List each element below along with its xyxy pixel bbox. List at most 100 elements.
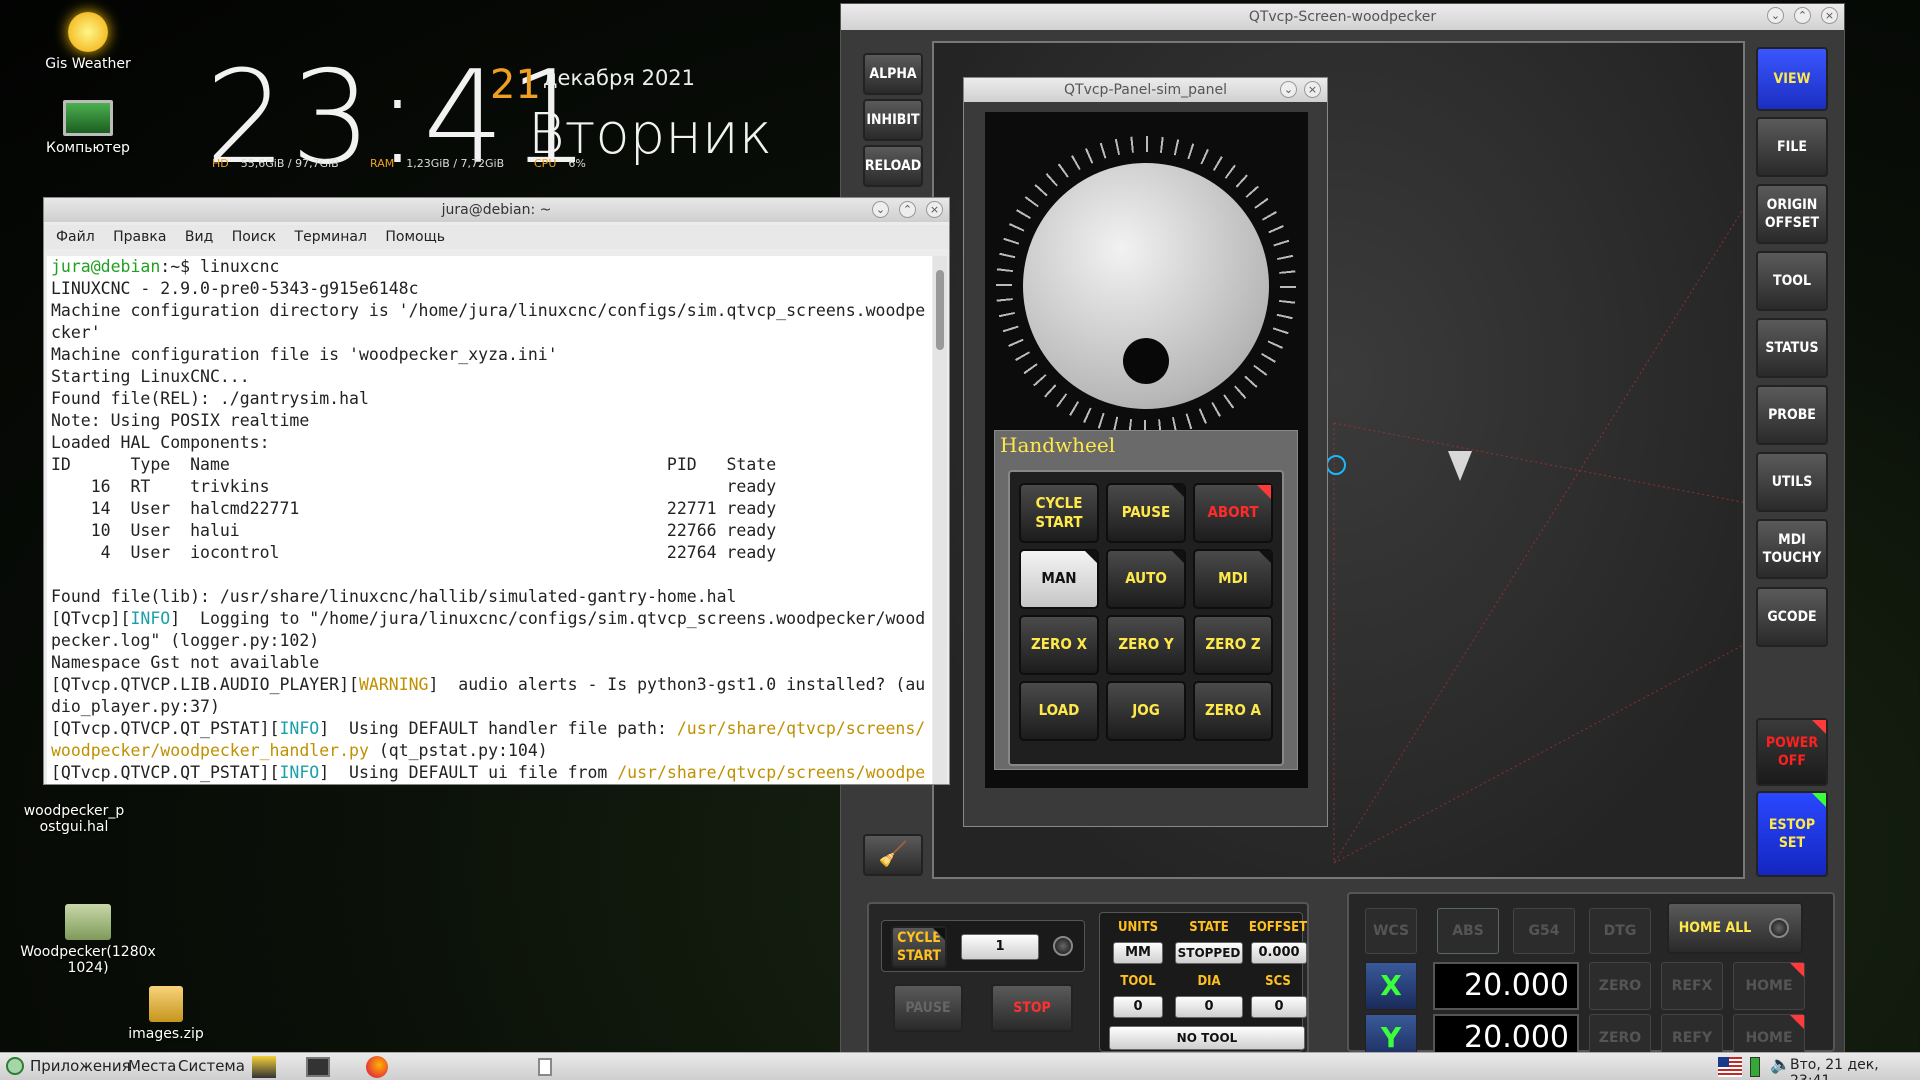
alpha-button[interactable]: ALPHA [863,53,923,95]
menu-help[interactable]: Помощь [385,229,445,245]
probe-button[interactable]: PROBE [1756,385,1828,445]
dro-panel: WCS ABS G54 DTG HOME ALL X 20.000 ZERO R… [1347,892,1835,1062]
refx-button[interactable]: REFX [1661,962,1723,1010]
close-icon[interactable]: × [926,201,943,218]
zero-a-button[interactable]: ZERO A [1193,681,1273,741]
linuxcnc-launcher-icon[interactable] [252,1056,276,1078]
menu-file[interactable]: Файл [56,229,95,245]
sun-icon [68,12,108,52]
scs-label: SCS [1265,974,1291,989]
menu-edit[interactable]: Правка [113,229,166,245]
inhibit-button[interactable]: INHIBIT [863,99,923,141]
show-desktop-icon[interactable] [538,1058,552,1076]
minimize-icon[interactable]: ⌄ [1280,81,1297,98]
home-led-icon [1769,918,1789,938]
zero-y-button[interactable]: ZERO Y [1106,615,1186,675]
file-button[interactable]: FILE [1756,117,1828,177]
minimize-icon[interactable]: ⌄ [872,201,889,218]
menu-view[interactable]: Вид [185,229,213,245]
terminal-window: jura@debian: ~ ⌄ ⌃ × Файл Правка Вид Пои… [43,197,950,785]
firefox-launcher-icon[interactable] [366,1056,388,1078]
close-icon[interactable]: × [1304,81,1321,98]
system-menu[interactable]: Система [178,1057,245,1075]
sysinfo-ram: RAM 1,23GiB / 7,72GiB [370,157,504,170]
home-x-button[interactable]: HOME [1733,962,1805,1010]
maximize-icon[interactable]: ⌃ [1794,7,1811,24]
places-menu[interactable]: Места [128,1057,176,1075]
cycle-start-button[interactable]: CYCLE START [1019,483,1099,543]
desktop-icon-postgui-hal[interactable]: woodpecker_postgui.hal [14,803,134,835]
power-off-button[interactable]: POWER OFF [1756,718,1828,786]
log-message: ] Using DEFAULT ui file from [319,763,618,782]
origin-offset-button[interactable]: ORIGIN OFFSET [1756,184,1828,244]
dtg-button[interactable]: DTG [1589,908,1651,954]
axis-x-button[interactable]: X [1365,962,1417,1010]
battery-icon[interactable] [1750,1057,1760,1077]
broom-icon: 🧹 [878,840,908,869]
terminal-line: LINUXCNC - 2.9.0-pre0-5343-g915e6148c [51,279,419,298]
window-title: QTvcp-Screen-woodpecker [1248,9,1437,25]
terminal-launcher-icon[interactable] [306,1057,330,1077]
terminal-line: dio_player.py:37) [51,697,220,716]
wcs-button[interactable]: WCS [1365,908,1417,954]
desktop-icon-gis-weather[interactable]: Gis Weather [28,12,148,72]
zero-x-button[interactable]: ZERO [1589,962,1651,1010]
view-button[interactable]: VIEW [1756,47,1828,111]
panel-titlebar[interactable]: QTvcp-Panel-sim_panel ⌄ × [964,78,1327,102]
terminal-line: Found file(REL): ./gantrysim.hal [51,389,369,408]
terminal-scrollbar[interactable] [933,256,947,784]
estop-set-button[interactable]: ESTOP SET [1756,791,1828,877]
terminal-titlebar[interactable]: jura@debian: ~ ⌄ ⌃ × [44,198,949,222]
zero-x-button[interactable]: ZERO X [1019,615,1099,675]
qtvcp-titlebar[interactable]: QTvcp-Screen-woodpecker ⌄ ⌃ × [841,4,1844,30]
maximize-icon[interactable]: ⌃ [899,201,916,218]
clear-broom-button[interactable]: 🧹 [863,834,923,876]
ram-value: 1,23GiB / 7,72GiB [406,157,505,170]
load-button[interactable]: LOAD [1019,681,1099,741]
desktop-icon-computer[interactable]: Компьютер [28,100,148,156]
reload-button[interactable]: RELOAD [863,145,923,187]
mdi-touchy-button[interactable]: MDI TOUCHY [1756,519,1828,579]
handwheel-label: Handwheel [1000,433,1116,457]
tool-value: 0 [1113,996,1163,1018]
close-icon[interactable]: × [1821,7,1838,24]
units-value: MM [1113,942,1163,964]
volume-icon[interactable]: 🔈 [1770,1055,1791,1075]
cycle-start-button[interactable]: CYCLE START [891,926,947,968]
g54-button[interactable]: G54 [1513,908,1575,954]
pause-button[interactable]: PAUSE [1106,483,1186,543]
abort-button[interactable]: ABORT [1193,483,1273,543]
terminal-output[interactable]: jura@debian:~$ linuxcnc LINUXCNC - 2.9.0-… [47,256,932,784]
origin-marker-icon [1326,455,1346,475]
tool-button[interactable]: TOOL [1756,251,1828,311]
start-line-field[interactable]: 1 [961,934,1039,960]
log-prefix: [QTvcp][ [51,609,131,628]
terminal-line: Found file(lib): /usr/share/linuxcnc/hal… [51,587,737,606]
status-button[interactable]: STATUS [1756,318,1828,378]
log-level: INFO [130,609,171,628]
clock-datetime[interactable]: Вто, 21 дек, 23:41 [1790,1057,1920,1080]
auto-button[interactable]: AUTO [1106,549,1186,609]
terminal-line: Machine configuration directory is '/hom… [51,301,926,320]
desktop-icon-images-zip[interactable]: images.zip [106,986,226,1042]
mdi-button[interactable]: MDI [1193,549,1273,609]
log-level: INFO [279,763,320,782]
menu-search[interactable]: Поиск [232,229,276,245]
minimize-icon[interactable]: ⌄ [1767,7,1784,24]
applications-menu[interactable]: Приложения [30,1057,131,1075]
stop-button[interactable]: STOP [991,984,1073,1032]
gcode-button[interactable]: GCODE [1756,587,1828,647]
man-button[interactable]: MAN [1019,549,1099,609]
handwheel-knob[interactable] [1123,338,1169,384]
units-label: UNITS [1117,920,1159,935]
utils-button[interactable]: UTILS [1756,452,1828,512]
menu-terminal[interactable]: Терминал [295,229,367,245]
us-flag-icon[interactable] [1718,1057,1742,1077]
jog-button[interactable]: JOG [1106,681,1186,741]
zero-z-button[interactable]: ZERO Z [1193,615,1273,675]
desktop-icon-woodpecker-folder[interactable]: Woodpecker(1280x1024) [18,904,158,976]
scroll-thumb[interactable] [936,270,944,350]
pause-button[interactable]: PAUSE [893,984,963,1032]
terminal-line: cker' [51,323,101,342]
abs-button[interactable]: ABS [1437,908,1499,954]
